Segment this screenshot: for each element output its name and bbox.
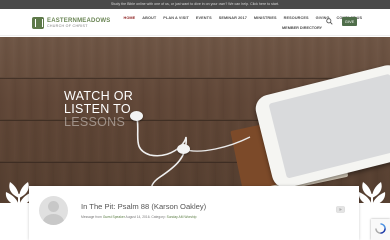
nav-plan-a-visit[interactable]: PLAN A VISIT	[160, 14, 193, 22]
logo-icon	[32, 17, 44, 29]
earphone-cable	[136, 116, 251, 203]
nav-resources[interactable]: RESOURCES	[280, 14, 312, 22]
hero-heading: WATCH OR LISTEN TO LESSONS	[64, 90, 133, 129]
give-button[interactable]: GIVE	[342, 17, 357, 26]
video-icon[interactable]	[336, 206, 345, 213]
logo-title: EASTERNMEADOWS	[47, 17, 111, 24]
logo-subtitle: CHURCH OF CHRIST	[47, 23, 88, 28]
meta-date: August 14, 2016.	[125, 215, 151, 219]
church-logo[interactable]: EASTERNMEADOWS CHURCH OF CHRIST	[32, 15, 112, 31]
search-icon[interactable]	[326, 18, 333, 25]
site-header: EASTERNMEADOWS CHURCH OF CHRIST HOME ABO…	[0, 9, 390, 36]
nav-member-directory[interactable]: MEMBER DIRECTORY	[282, 26, 322, 30]
hero-banner: WATCH OR LISTEN TO LESSONS	[0, 37, 390, 203]
nav-about[interactable]: ABOUT	[139, 14, 160, 22]
category-link[interactable]: Sunday AM Worship	[167, 215, 197, 219]
announcement-text[interactable]: Study the Bible online with one of us, o…	[111, 2, 279, 6]
laurel-leaf-icon	[358, 182, 386, 218]
hero-line-3: LESSONS	[64, 115, 126, 129]
sermon-meta: Message from Guest Speaker August 14, 20…	[81, 215, 196, 219]
meta-prefix: Message from	[81, 215, 102, 219]
speaker-avatar	[39, 196, 68, 225]
announcement-bar[interactable]: Study the Bible online with one of us, o…	[0, 0, 390, 9]
meta-category-label: Category:	[151, 215, 166, 219]
earbud-image	[177, 144, 190, 154]
speaker-link[interactable]: Guest Speaker	[103, 215, 125, 219]
nav-seminar-2017[interactable]: SEMINAR 2017	[215, 14, 250, 22]
recaptcha-icon	[375, 223, 386, 234]
nav-home[interactable]: HOME	[120, 14, 139, 22]
sermon-card[interactable]: In The Pit: Psalm 88 (Karson Oakley) Mes…	[29, 186, 359, 240]
nav-ministries[interactable]: MINISTRIES	[250, 14, 280, 22]
nav-events[interactable]: EVENTS	[192, 14, 215, 22]
sermon-title[interactable]: In The Pit: Psalm 88 (Karson Oakley)	[81, 202, 206, 211]
recaptcha-badge[interactable]	[371, 219, 390, 240]
